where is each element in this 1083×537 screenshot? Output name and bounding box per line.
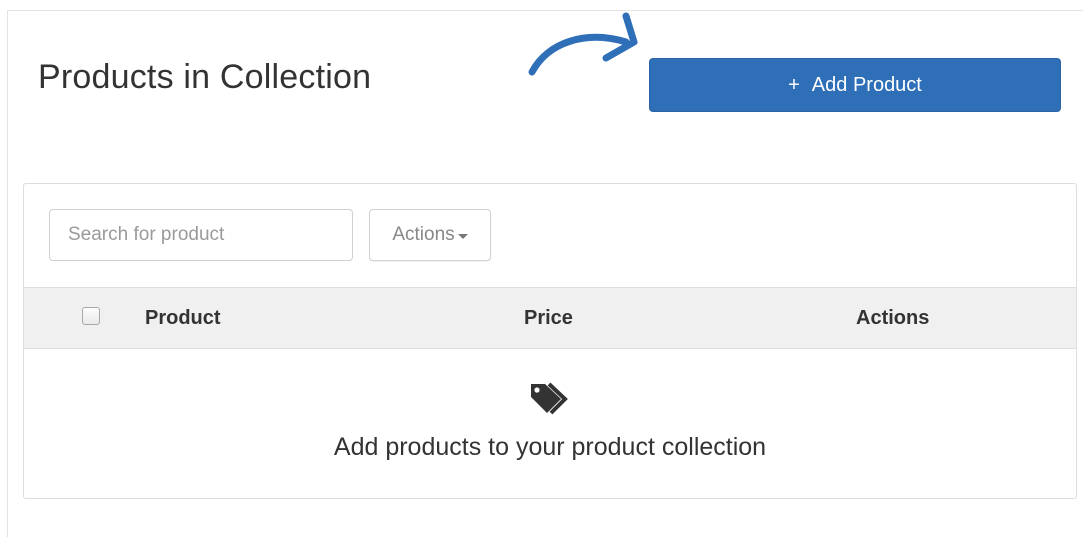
empty-state: Add products to your product collection	[24, 349, 1076, 498]
caret-down-icon	[457, 234, 468, 239]
search-input[interactable]	[49, 209, 353, 261]
select-all-checkbox[interactable]	[82, 307, 100, 325]
page-title: Products in Collection	[38, 58, 372, 96]
column-header-actions: Actions	[856, 307, 930, 329]
actions-dropdown-label: Actions	[392, 224, 455, 245]
empty-state-message: Add products to your product collection	[333, 433, 767, 461]
table-header: Product Price Actions	[24, 287, 1076, 349]
add-product-label: Add Product	[811, 73, 922, 96]
products-panel: Actions Product Price Actions Add produc…	[23, 183, 1077, 499]
actions-dropdown-button[interactable]: Actions	[369, 209, 491, 261]
add-product-button[interactable]: + Add Product	[649, 58, 1061, 112]
column-header-product[interactable]: Product	[145, 307, 221, 330]
plus-icon: +	[788, 74, 800, 96]
annotation-arrow-icon	[528, 12, 638, 76]
tags-icon	[531, 382, 568, 415]
column-header-price[interactable]: Price	[524, 307, 573, 330]
